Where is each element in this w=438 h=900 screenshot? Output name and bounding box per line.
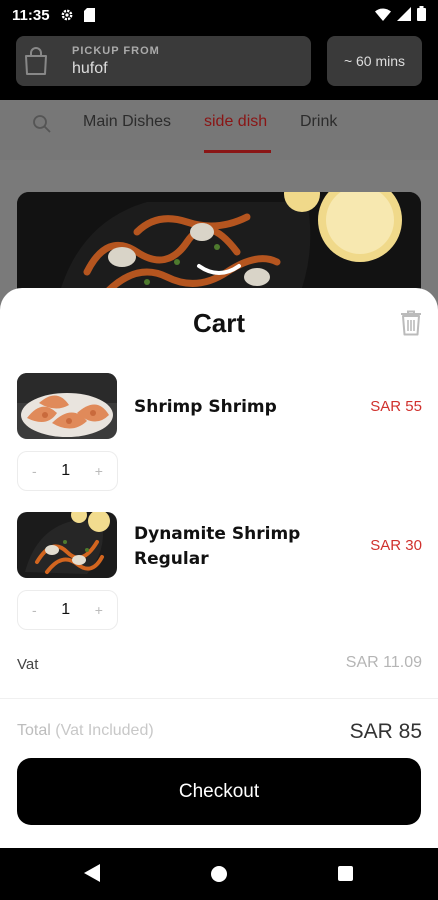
item-thumbnail xyxy=(17,512,117,578)
vat-label: Vat xyxy=(17,656,39,673)
active-tab-indicator xyxy=(204,150,271,153)
decrease-quantity-button[interactable]: - xyxy=(32,602,37,618)
quantity-value: 1 xyxy=(61,462,71,479)
divider xyxy=(0,698,438,699)
status-bar: 11:35 xyxy=(0,0,438,30)
checkout-button[interactable]: Checkout xyxy=(17,758,421,825)
category-tabs: Main Dishes side dish Drink xyxy=(0,100,438,160)
recent-apps-icon[interactable] xyxy=(338,866,353,881)
shopping-bag-icon xyxy=(16,46,56,76)
featured-food-image[interactable] xyxy=(17,192,421,302)
chevron-down-icon[interactable] xyxy=(196,262,242,282)
pickup-header: PICKUP FROM hufof ~ 60 mins xyxy=(0,30,438,100)
cart-title: Cart xyxy=(192,308,245,338)
item-price: SAR 30 xyxy=(370,537,422,554)
status-time: 11:35 xyxy=(12,6,50,24)
settings-gear-icon xyxy=(60,8,74,22)
pickup-text: PICKUP FROM hufof xyxy=(72,45,160,78)
total-label-text: Total xyxy=(17,722,51,739)
status-icons xyxy=(375,5,426,25)
total-label: Total (Vat Included) xyxy=(17,722,154,740)
home-icon[interactable] xyxy=(211,866,227,882)
tab-side-dish[interactable]: side dish xyxy=(204,113,267,131)
decrease-quantity-button[interactable]: - xyxy=(32,463,37,479)
pickup-label: PICKUP FROM xyxy=(72,44,160,57)
increase-quantity-button[interactable]: + xyxy=(95,463,103,479)
signal-icon xyxy=(397,6,411,25)
trash-icon[interactable] xyxy=(400,310,422,340)
wifi-icon xyxy=(375,6,391,25)
sd-card-icon xyxy=(83,8,95,22)
item-name: Dynamite Shrimp Regular xyxy=(134,524,301,569)
pickup-branch: hufof xyxy=(72,59,108,77)
tab-main-dishes[interactable]: Main Dishes xyxy=(83,113,171,131)
total-value: SAR 85 xyxy=(349,720,422,743)
item-price: SAR 55 xyxy=(370,398,422,415)
app-screen: 11:35 PICKUP FROM hufof ~ 60 mins Main D… xyxy=(0,0,438,900)
vat-value: SAR 11.09 xyxy=(345,654,422,671)
total-vat-note: (Vat Included) xyxy=(55,722,154,739)
battery-icon xyxy=(417,5,426,25)
back-icon[interactable] xyxy=(84,864,100,886)
cart-sheet: Cart Shrimp Shrimp SAR 55 - 1 + Dynamite… xyxy=(0,288,438,848)
search-icon[interactable] xyxy=(32,114,52,138)
eta-badge[interactable]: ~ 60 mins xyxy=(327,36,422,86)
pickup-location-button[interactable]: PICKUP FROM hufof xyxy=(16,36,311,86)
quantity-stepper: - 1 + xyxy=(17,590,118,630)
tab-drink[interactable]: Drink xyxy=(300,113,337,131)
item-name: Shrimp Shrimp xyxy=(134,397,277,417)
system-nav-bar xyxy=(0,848,438,900)
quantity-stepper: - 1 + xyxy=(17,451,118,491)
increase-quantity-button[interactable]: + xyxy=(95,602,103,618)
quantity-value: 1 xyxy=(61,601,71,618)
item-thumbnail xyxy=(17,373,117,439)
